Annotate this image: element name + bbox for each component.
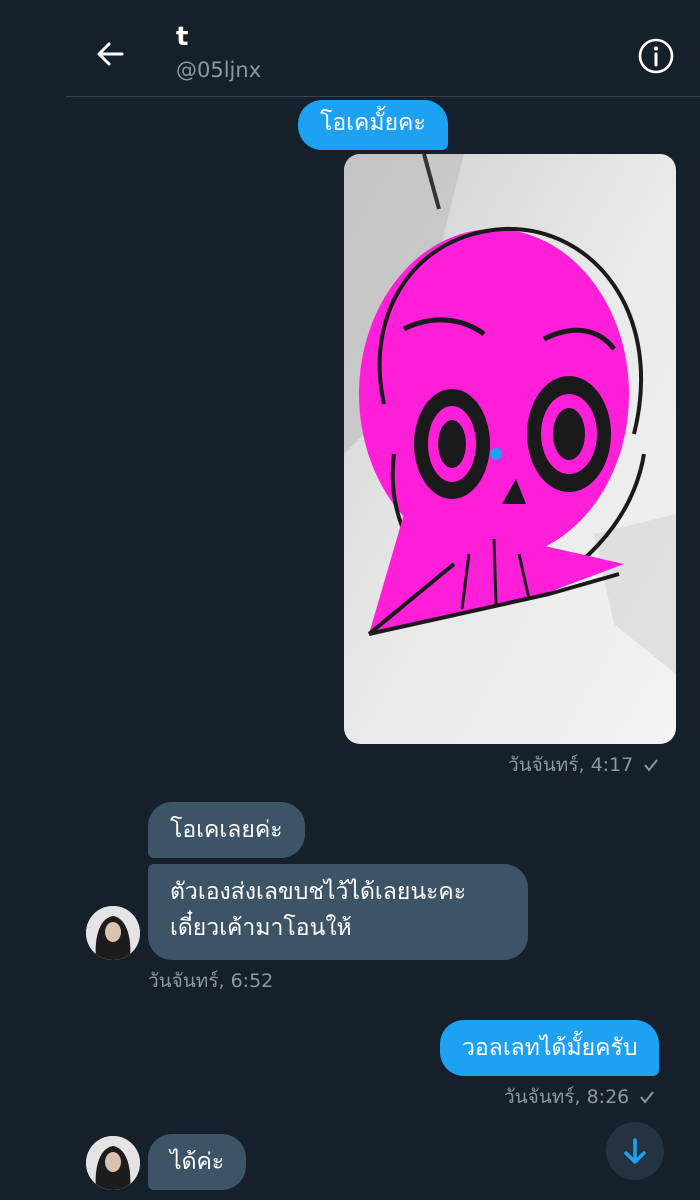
- avatar[interactable]: [86, 906, 140, 960]
- message-text-line: ตัวเองส่งเลขบชไว้ได้เลยนะคะ: [170, 879, 467, 905]
- checkmark-icon: [644, 759, 659, 772]
- header-divider: [66, 96, 700, 97]
- back-button[interactable]: [88, 32, 132, 76]
- message-text: วอลเลทได้มั้ยครับ: [462, 1035, 638, 1061]
- message-timestamp: วันจันทร์, 4:17: [508, 750, 659, 780]
- profile-photo: [86, 906, 140, 960]
- avatar[interactable]: [86, 1136, 140, 1190]
- info-circle-icon: [638, 38, 674, 74]
- message-bubble-incoming[interactable]: ตัวเองส่งเลขบชไว้ได้เลยนะคะ เดี๋ยวเค้ามา…: [148, 864, 528, 960]
- photo-attachment[interactable]: [344, 154, 676, 744]
- scroll-to-bottom-button[interactable]: [606, 1122, 664, 1180]
- message-text: โอเคมั้ยคะ: [320, 110, 426, 136]
- checkmark-icon: [640, 1091, 655, 1104]
- conversation-handle[interactable]: @05ljnx: [176, 58, 261, 82]
- message-bubble-outgoing[interactable]: วอลเลทได้มั้ยครับ: [440, 1020, 660, 1076]
- message-bubble-outgoing[interactable]: โอเคมั้ยคะ: [298, 100, 448, 150]
- conversation-title[interactable]: t: [176, 22, 188, 52]
- message-timestamp: วันจันทร์, 8:26: [504, 1082, 655, 1112]
- profile-photo: [86, 1136, 140, 1190]
- message-text: โอเคเลยค่ะ: [170, 817, 283, 843]
- message-text: ได้ค่ะ: [170, 1149, 225, 1175]
- message-timestamp: วันจันทร์, 6:52: [148, 970, 274, 992]
- arrow-left-icon: [97, 42, 124, 66]
- conversation-header: t @05ljnx: [0, 0, 700, 96]
- message-text-line: เดี๋ยวเค้ามาโอนให้: [170, 915, 352, 941]
- info-button[interactable]: [636, 36, 676, 76]
- arrow-down-icon: [624, 1138, 646, 1164]
- message-bubble-incoming[interactable]: โอเคเลยค่ะ: [148, 802, 305, 858]
- message-bubble-incoming[interactable]: ได้ค่ะ: [148, 1134, 247, 1190]
- drawn-skull-image: [344, 154, 676, 744]
